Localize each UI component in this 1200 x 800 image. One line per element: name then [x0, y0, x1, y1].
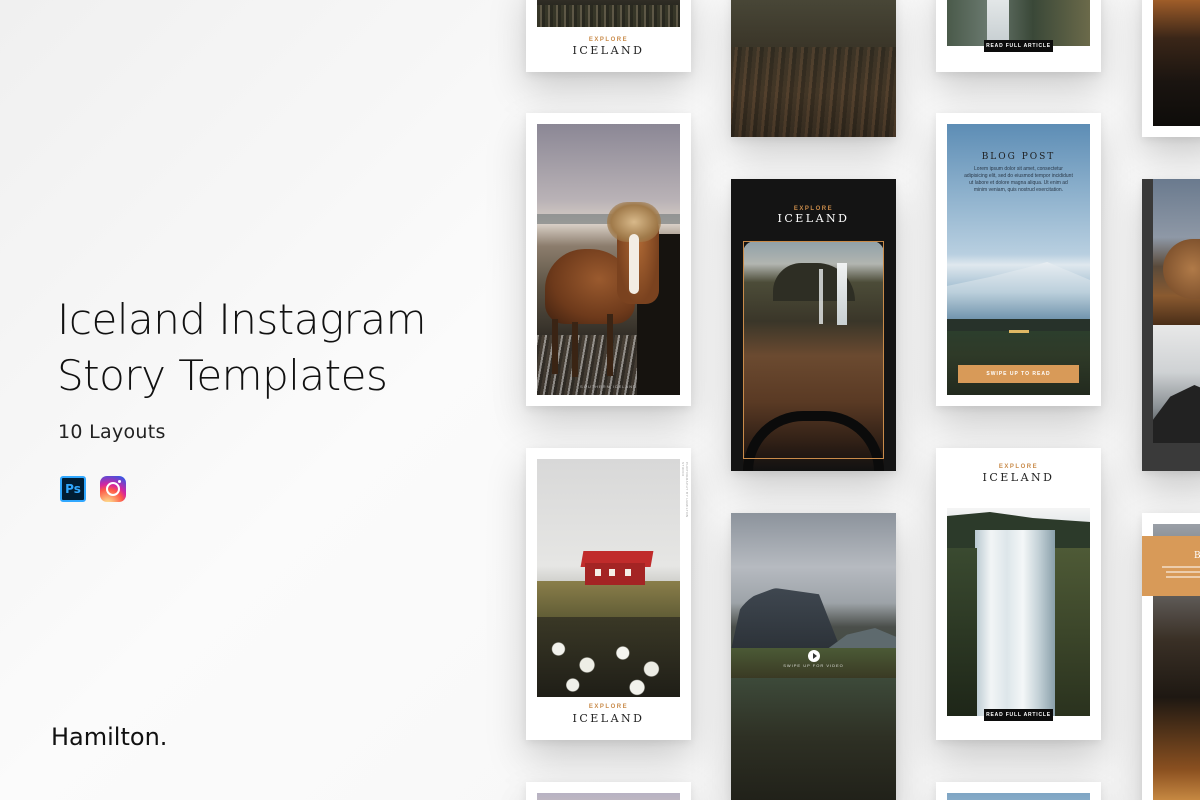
photoshop-icon: Ps: [60, 476, 86, 502]
template-card-explore-top: EXPLORE ICELAND: [526, 0, 691, 72]
template-card-waterfall-article: EXPLORE ICELAND READ FULL ARTICLE: [936, 448, 1101, 740]
layouts-count: 10 Layouts: [58, 421, 166, 443]
iceland-title: ICELAND: [572, 712, 645, 725]
headline: Iceland Instagram Story Templates: [57, 292, 497, 404]
template-card-bottom-1: [526, 782, 691, 800]
template-card-blog-post: BLOG POST Lorem ipsum dolor sit amet, co…: [936, 113, 1101, 406]
template-card-landscape-top: [731, 0, 896, 137]
swipe-up-to-read-button[interactable]: SWIPE UP TO READ: [958, 365, 1079, 383]
red-house-photo: [537, 459, 680, 697]
horse-closeup-photo: [1153, 179, 1200, 325]
blog-post-text: Lorem ipsum dolor sit amet, consectetur …: [964, 166, 1073, 193]
template-card-horse: SOUTHERN ICELAND: [526, 113, 691, 406]
template-card-horse-split: [1142, 179, 1200, 471]
iceland-title: ICELAND: [572, 44, 645, 57]
sky-photo: [537, 793, 680, 800]
photo-credit: SOUTHERN ICELAND: [580, 384, 637, 389]
headline-line-1: Iceland Instagram: [57, 295, 427, 344]
swipe-video-caption: SWIPE UP FOR VIDEO: [783, 663, 844, 668]
horse-photo: SOUTHERN ICELAND: [537, 124, 680, 395]
orange-text-panel: B: [1142, 536, 1200, 596]
template-card-read-article-top: READ FULL ARTICLE: [936, 0, 1101, 72]
landscape-photo: [537, 0, 680, 27]
blog-post-title: BLOG POST: [981, 152, 1056, 162]
headline-line-2: Story Templates: [57, 351, 388, 400]
read-full-article-button[interactable]: READ FULL ARTICLE: [984, 709, 1053, 721]
instagram-icon: [100, 476, 126, 502]
sunset-photo: [1153, 0, 1200, 126]
template-card-mountain-video: SWIPE UP FOR VIDEO: [731, 513, 896, 800]
template-card-waterfall-frame: EXPLORE ICELAND: [731, 179, 896, 471]
explore-label: EXPLORE: [588, 704, 629, 710]
sky-photo: [947, 793, 1090, 800]
cliff-photo: [1153, 325, 1200, 443]
iceland-title: ICELAND: [982, 471, 1055, 484]
waterfall-photo-large: [947, 508, 1090, 716]
template-card-bottom-3: [936, 782, 1101, 800]
gold-frame: [743, 241, 884, 459]
template-card-orange-blog: B: [1142, 513, 1200, 800]
vertical-credit: PHOTOGRAPHY BY HAMILTON STUDIO: [681, 462, 689, 518]
brand-name: Hamilton.: [51, 723, 168, 751]
promo-text-panel: Iceland Instagram Story Templates 10 Lay…: [0, 0, 520, 800]
play-icon: [808, 650, 820, 662]
app-icons: Ps: [60, 476, 126, 502]
glacier-photo: [947, 124, 1090, 395]
template-card-sunset-top: [1142, 0, 1200, 137]
iceland-title: ICELAND: [777, 212, 850, 225]
template-card-red-house: PHOTOGRAPHY BY HAMILTON STUDIO EXPLORE I…: [526, 448, 691, 740]
explore-label: EXPLORE: [588, 37, 629, 43]
explore-label: EXPLORE: [998, 464, 1039, 470]
read-full-article-button[interactable]: READ FULL ARTICLE: [984, 40, 1053, 52]
